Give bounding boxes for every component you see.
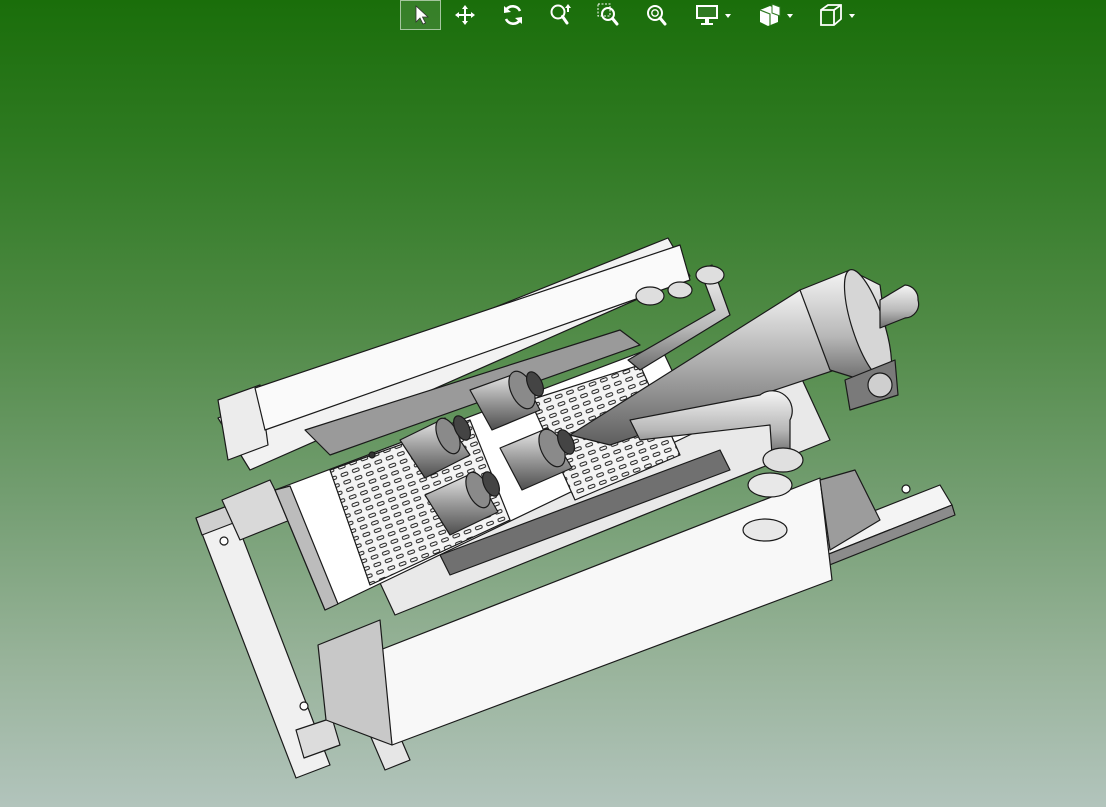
cad-viewport[interactable] (0, 0, 1106, 807)
cad-model[interactable] (0, 0, 1106, 807)
sieve-assembly (195, 237, 956, 779)
overflow-pipe (879, 284, 920, 329)
